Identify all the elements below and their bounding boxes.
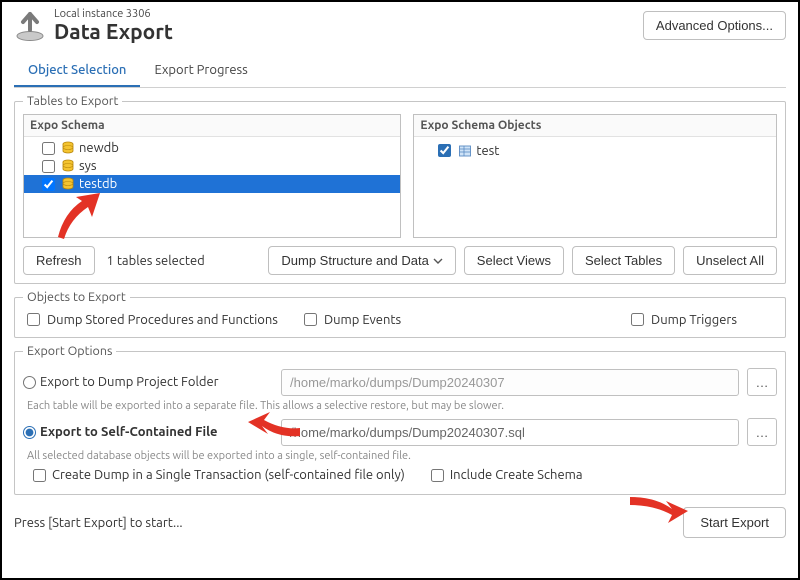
- export-icon: [14, 10, 46, 42]
- schema-name: testdb: [79, 177, 117, 191]
- include-schema-checkbox[interactable]: Include Create Schema: [431, 468, 583, 482]
- schema-name: newdb: [79, 141, 119, 155]
- dump-events-input[interactable]: [304, 313, 317, 326]
- browse-file-button[interactable]: …: [747, 418, 777, 446]
- schema-checkbox[interactable]: [42, 160, 55, 173]
- export-folder-radio[interactable]: Export to Dump Project Folder: [23, 375, 273, 389]
- export-folder-path[interactable]: [281, 369, 739, 396]
- chevron-down-icon: [433, 256, 443, 266]
- schema-checkbox[interactable]: [42, 178, 55, 191]
- tables-to-export-group: Tables to Export Expo Schema newdb sys tes…: [14, 94, 786, 284]
- refresh-button[interactable]: Refresh: [23, 246, 95, 275]
- dump-sp-input[interactable]: [27, 313, 40, 326]
- objects-to-export-group: Objects to Export Dump Stored Procedures…: [14, 290, 786, 338]
- tables-to-export-legend: Tables to Export: [23, 94, 122, 108]
- object-name: test: [476, 144, 499, 158]
- table-icon: [458, 144, 472, 158]
- annotation-arrow-icon: [52, 193, 102, 239]
- select-tables-button[interactable]: Select Tables: [572, 246, 675, 275]
- dump-events-label: Dump Events: [324, 313, 401, 327]
- single-transaction-input[interactable]: [33, 469, 46, 482]
- export-folder-hint: Each table will be exported into a separ…: [27, 400, 777, 412]
- export-file-radio-input[interactable]: [23, 426, 36, 439]
- dump-mode-combo[interactable]: Dump Structure and Data: [268, 246, 455, 275]
- include-schema-input[interactable]: [431, 469, 444, 482]
- export-file-hint: All selected database objects will be ex…: [27, 450, 777, 462]
- include-schema-label: Include Create Schema: [450, 468, 583, 482]
- object-item[interactable]: test: [414, 139, 776, 162]
- single-transaction-label: Create Dump in a Single Transaction (sel…: [52, 468, 405, 482]
- select-views-button[interactable]: Select Views: [464, 246, 564, 275]
- dump-triggers-label: Dump Triggers: [651, 313, 737, 327]
- annotation-arrow-icon: [628, 493, 688, 525]
- object-list[interactable]: test: [414, 137, 776, 237]
- schema-list[interactable]: newdb sys testdb: [24, 137, 400, 237]
- objects-pane-header: Expo Schema Objects: [414, 115, 776, 137]
- advanced-options-button[interactable]: Advanced Options...: [643, 11, 786, 40]
- export-options-group: Export Options Export to Dump Project Fo…: [14, 344, 786, 495]
- tab-export-progress[interactable]: Export Progress: [140, 55, 261, 87]
- schema-checkbox[interactable]: [42, 142, 55, 155]
- database-icon: [61, 141, 75, 155]
- single-transaction-checkbox[interactable]: Create Dump in a Single Transaction (sel…: [33, 468, 405, 482]
- schema-pane: Expo Schema newdb sys testdb: [23, 114, 401, 238]
- object-checkbox[interactable]: [438, 144, 451, 157]
- schema-pane-header: Expo Schema: [24, 115, 400, 137]
- unselect-all-button[interactable]: Unselect All: [683, 246, 777, 275]
- dump-triggers-checkbox[interactable]: Dump Triggers: [627, 310, 737, 329]
- tab-bar: Object Selection Export Progress: [14, 55, 786, 88]
- dump-sp-checkbox[interactable]: Dump Stored Procedures and Functions: [23, 310, 278, 329]
- tab-object-selection[interactable]: Object Selection: [14, 55, 140, 87]
- schema-item[interactable]: testdb: [24, 175, 400, 193]
- export-file-label: Export to Self-Contained File: [40, 425, 218, 439]
- tables-selected-status: 1 tables selected: [103, 254, 209, 268]
- browse-folder-button[interactable]: …: [747, 368, 777, 396]
- export-file-path[interactable]: [281, 419, 739, 446]
- export-folder-radio-input[interactable]: [23, 376, 36, 389]
- export-options-legend: Export Options: [23, 344, 116, 358]
- schema-item[interactable]: newdb: [24, 139, 400, 157]
- objects-to-export-legend: Objects to Export: [23, 290, 130, 304]
- objects-pane: Expo Schema Objects test: [413, 114, 777, 238]
- footer-hint: Press [Start Export] to start...: [14, 516, 183, 530]
- schema-name: sys: [79, 159, 97, 173]
- dump-events-checkbox[interactable]: Dump Events: [300, 310, 401, 329]
- page-title: Data Export: [54, 20, 173, 43]
- start-export-button[interactable]: Start Export: [683, 507, 786, 538]
- export-file-radio[interactable]: Export to Self-Contained File: [23, 425, 273, 439]
- database-icon: [61, 177, 75, 191]
- schema-item[interactable]: sys: [24, 157, 400, 175]
- dump-mode-label: Dump Structure and Data: [281, 253, 428, 268]
- database-icon: [61, 159, 75, 173]
- export-folder-label: Export to Dump Project Folder: [40, 375, 219, 389]
- dump-triggers-input[interactable]: [631, 313, 644, 326]
- dump-sp-label: Dump Stored Procedures and Functions: [47, 313, 278, 327]
